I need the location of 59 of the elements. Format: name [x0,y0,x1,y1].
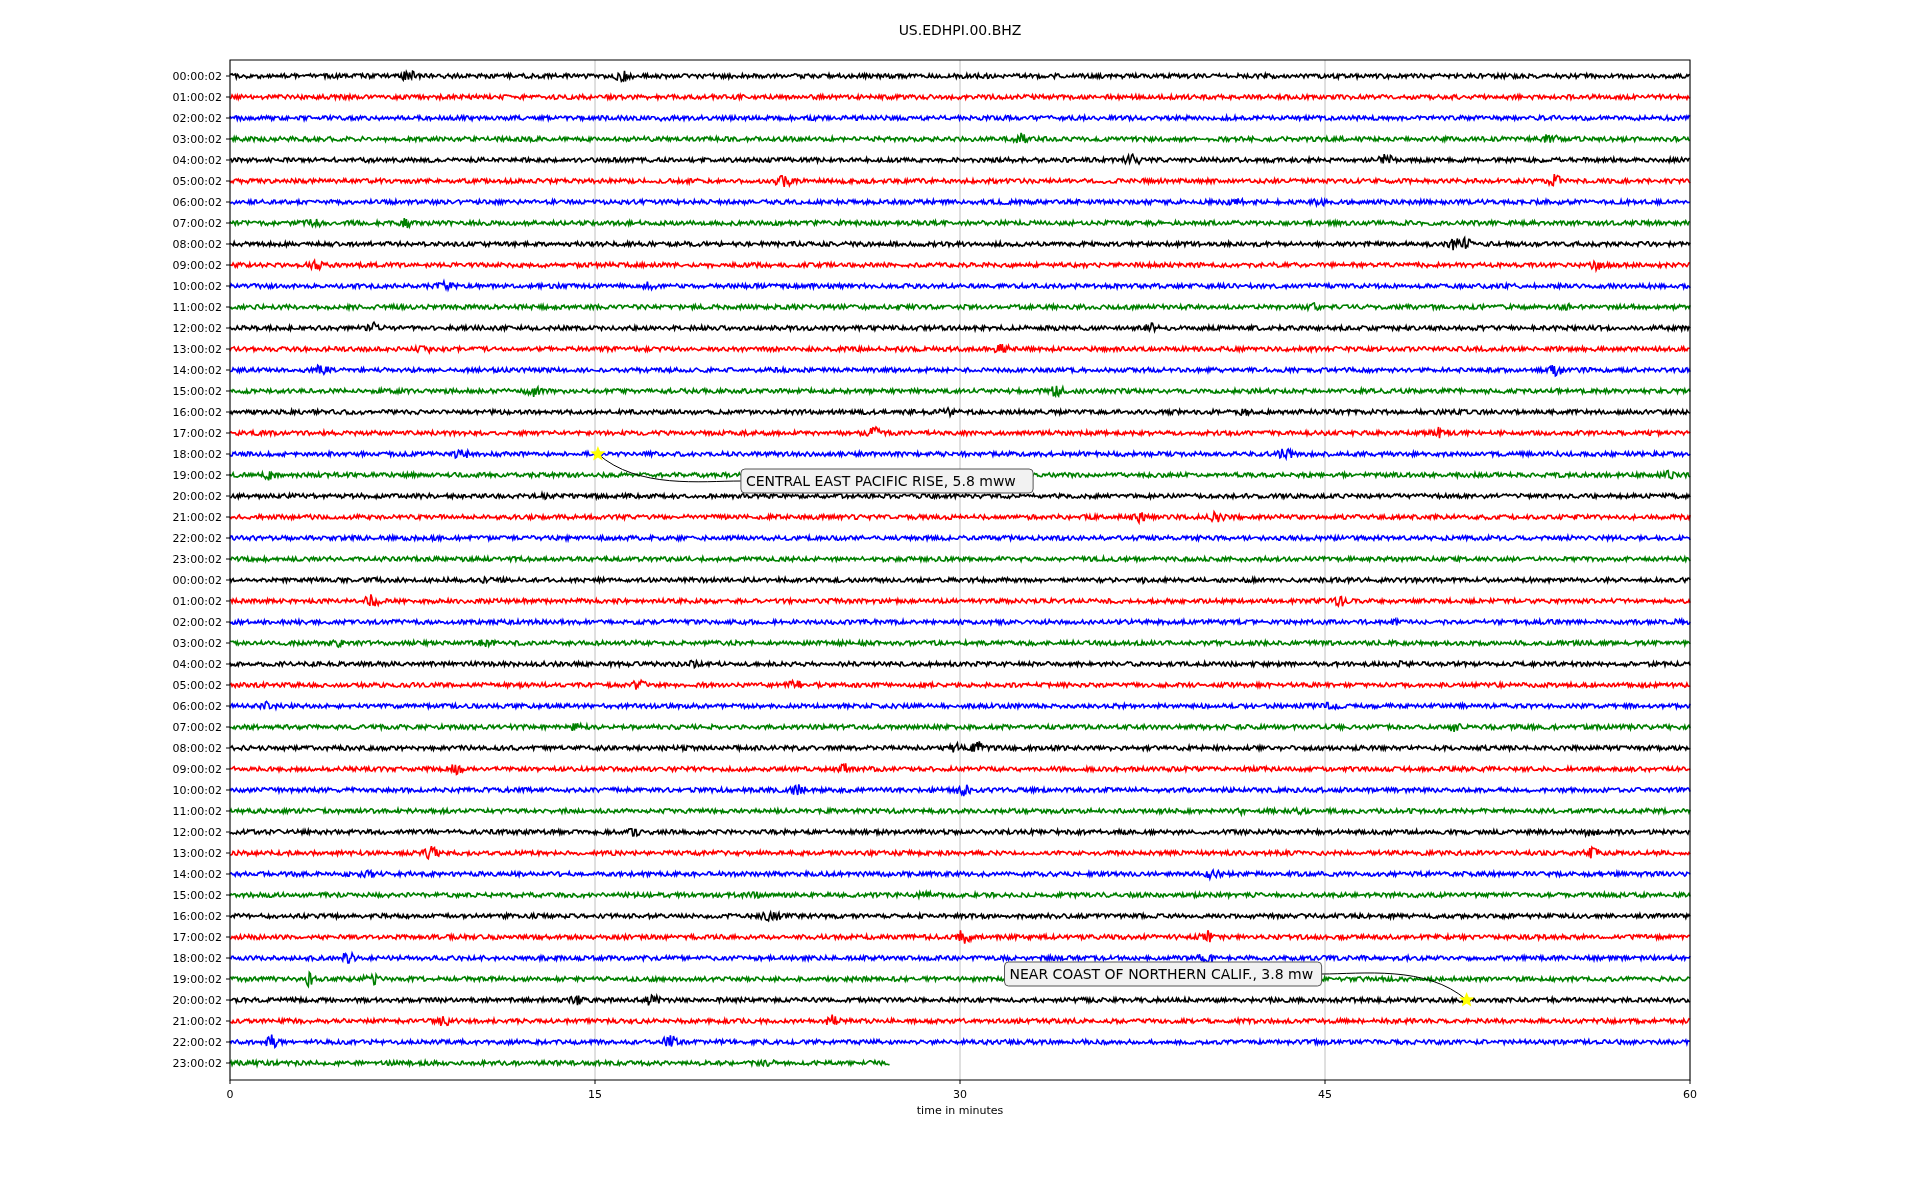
row-time-label: 14:00:02 [172,364,222,377]
row-time-label: 12:00:02 [172,322,222,335]
x-axis-label: time in minutes [916,1104,1004,1117]
row-time-label: 05:00:02 [172,175,222,188]
row-time-label: 01:00:02 [172,595,222,608]
row-time-label: 20:00:02 [172,490,222,503]
row-time-label: 08:00:02 [172,742,222,755]
star-marker-icon [1459,992,1475,1007]
row-time-label: 21:00:02 [172,511,222,524]
row-time-label: 15:00:02 [172,385,222,398]
x-tick-label: 30 [953,1088,967,1101]
row-time-label: 09:00:02 [172,763,222,776]
chart-title: US.EDHPI.00.BHZ [898,22,1022,38]
row-time-label: 11:00:02 [172,805,222,818]
row-time-label: 01:00:02 [172,91,222,104]
row-time-label: 02:00:02 [172,616,222,629]
row-time-label: 17:00:02 [172,427,222,440]
row-time-label: 05:00:02 [172,679,222,692]
row-time-label: 19:00:02 [172,973,222,986]
row-time-label: 12:00:02 [172,826,222,839]
row-time-label: 00:00:02 [172,70,222,83]
row-time-label: 21:00:02 [172,1015,222,1028]
event-label: CENTRAL EAST PACIFIC RISE, 5.8 mww [740,468,1034,494]
star-marker-icon [590,446,606,461]
row-time-label: 20:00:02 [172,994,222,1007]
x-tick-label: 15 [588,1088,602,1101]
row-time-label: 07:00:02 [172,217,222,230]
row-time-label: 13:00:02 [172,847,222,860]
row-time-label: 22:00:02 [172,1036,222,1049]
row-time-label: 06:00:02 [172,700,222,713]
row-time-label: 03:00:02 [172,637,222,650]
row-time-label: 03:00:02 [172,133,222,146]
row-time-label: 16:00:02 [172,406,222,419]
row-time-label: 11:00:02 [172,301,222,314]
x-tick-label: 0 [226,1088,234,1101]
row-time-label: 13:00:02 [172,343,222,356]
row-time-label: 15:00:02 [172,889,222,902]
row-time-label: 07:00:02 [172,721,222,734]
row-time-label: 10:00:02 [172,280,222,293]
row-time-label: 04:00:02 [172,154,222,167]
row-time-label: 18:00:02 [172,448,222,461]
row-time-label: 18:00:02 [172,952,222,965]
row-time-label: 09:00:02 [172,259,222,272]
x-tick-label: 60 [1683,1088,1697,1101]
row-time-label: 23:00:02 [172,1057,222,1070]
row-time-label: 02:00:02 [172,112,222,125]
row-time-label: 16:00:02 [172,910,222,923]
row-time-label: 08:00:02 [172,238,222,251]
row-time-label: 17:00:02 [172,931,222,944]
row-time-label: 19:00:02 [172,469,222,482]
x-tick-label: 45 [1318,1088,1332,1101]
row-time-label: 00:00:02 [172,574,222,587]
row-time-label: 22:00:02 [172,532,222,545]
row-time-label: 04:00:02 [172,658,222,671]
row-time-label: 10:00:02 [172,784,222,797]
row-time-label: 14:00:02 [172,868,222,881]
row-time-label: 23:00:02 [172,553,222,566]
row-time-label: 06:00:02 [172,196,222,209]
event-label: NEAR COAST OF NORTHERN CALIF., 3.8 mw [1004,961,1323,987]
